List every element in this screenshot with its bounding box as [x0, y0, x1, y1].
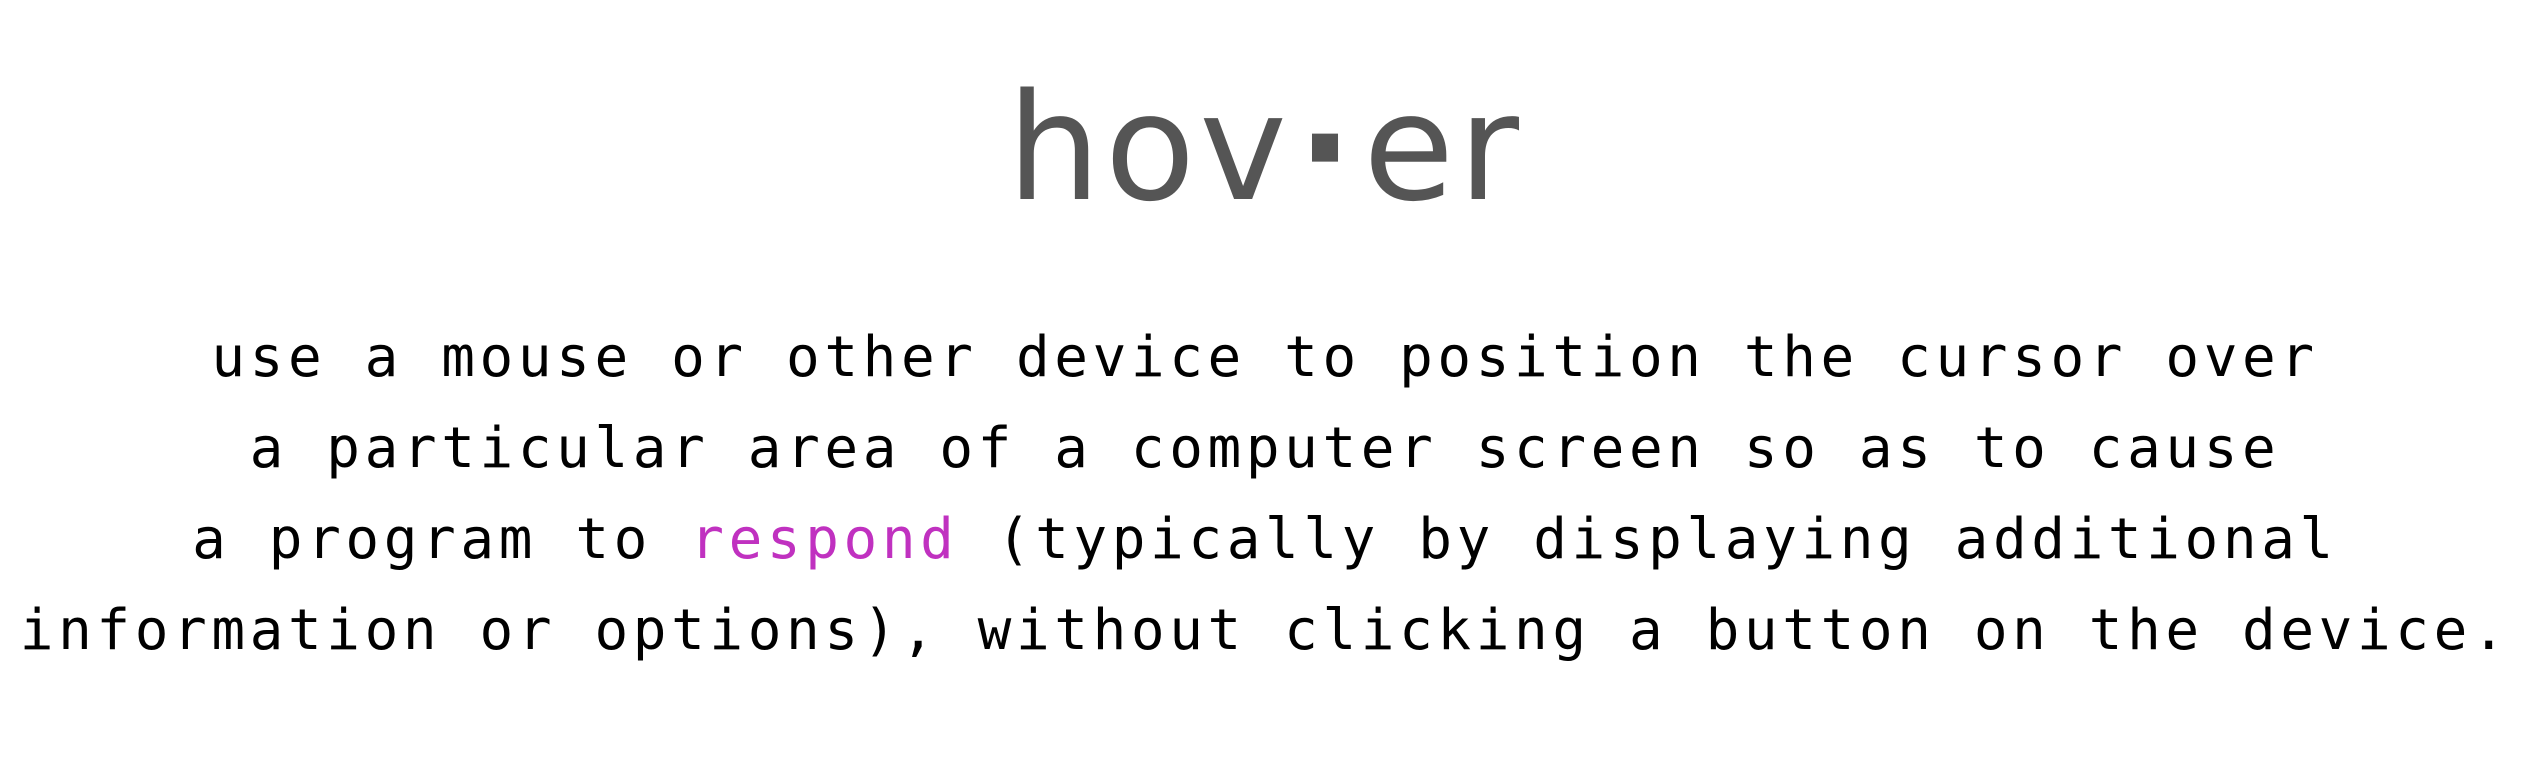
dictionary-card: hov·er use a mouse or other device to po… — [0, 0, 2530, 766]
definition-text: use a mouse or other device to position … — [0, 312, 2530, 676]
definition-line-3-start: a program to — [192, 507, 691, 572]
headword-syllable-2: er — [1363, 62, 1524, 234]
syllable-separator: · — [1296, 62, 1358, 234]
definition-line-3-end: (typically by displaying additional — [958, 507, 2338, 572]
headword: hov·er — [1007, 58, 1523, 238]
headword-container: hov·er — [0, 58, 2530, 238]
definition-line-2: a particular area of a computer screen s… — [249, 416, 2281, 481]
definition-line-1: use a mouse or other device to position … — [211, 325, 2319, 390]
respond-link[interactable]: respond — [690, 507, 958, 572]
headword-syllable-1: hov — [1006, 62, 1291, 234]
definition-line-3: a program to respond (typically by displ… — [0, 494, 2530, 585]
definition-line-4: information or options), without clickin… — [19, 598, 2511, 663]
